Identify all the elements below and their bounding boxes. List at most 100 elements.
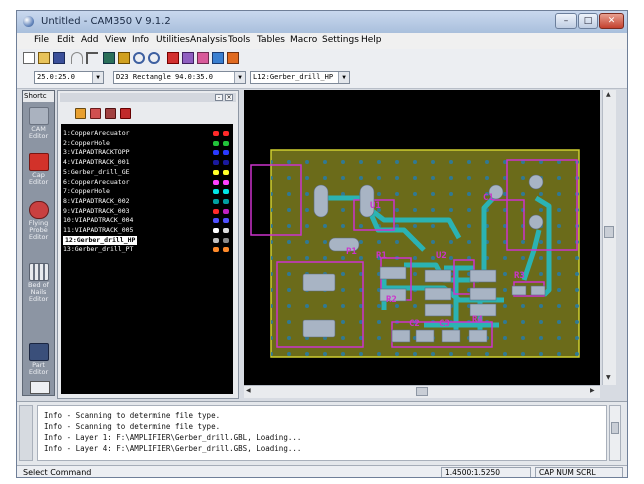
- chevron-down-icon[interactable]: ▼: [92, 72, 103, 83]
- close-button[interactable]: ✕: [599, 13, 624, 29]
- layer-visibility-swatch[interactable]: [223, 140, 229, 146]
- layer-add-icon[interactable]: [75, 108, 86, 119]
- save-icon[interactable]: [53, 52, 65, 64]
- layer-visibility-swatch[interactable]: [223, 179, 229, 185]
- layer-visibility-swatch[interactable]: [223, 160, 229, 166]
- layer-color-swatch[interactable]: [213, 131, 219, 136]
- layer-visibility-swatch[interactable]: [223, 150, 229, 156]
- output-scrollbar[interactable]: [609, 405, 621, 461]
- menu-file[interactable]: File: [34, 35, 49, 45]
- chevron-down-icon[interactable]: ▼: [338, 72, 349, 83]
- undo-icon[interactable]: [71, 52, 83, 64]
- scroll-down-icon[interactable]: ▼: [606, 374, 611, 381]
- layer-copy-icon[interactable]: [90, 108, 101, 119]
- layer-row[interactable]: 13:Gerber_drill_PT: [61, 245, 233, 254]
- maximize-button[interactable]: □: [578, 13, 598, 29]
- menu-help[interactable]: Help: [361, 35, 382, 45]
- layer-row[interactable]: 1:CopperArecuator: [61, 129, 233, 138]
- scroll-left-icon[interactable]: ◀: [246, 387, 251, 394]
- menu-utilities[interactable]: Utilities: [156, 35, 190, 45]
- part-editor-tool[interactable]: Part Editor: [26, 343, 51, 376]
- layer-visibility-swatch[interactable]: [223, 228, 229, 233]
- output-scroll-thumb[interactable]: [611, 422, 619, 434]
- scroll-up-icon[interactable]: ▲: [606, 91, 611, 98]
- layer-visibility-swatch[interactable]: [223, 237, 229, 243]
- layer-color-swatch[interactable]: [213, 208, 219, 214]
- layer-combo[interactable]: L12:Gerber_drill_HP ▼: [250, 71, 350, 84]
- output-log[interactable]: Info - Scanning to determine file type. …: [37, 405, 607, 461]
- export-icon[interactable]: [227, 52, 239, 64]
- menu-edit[interactable]: Edit: [57, 35, 74, 45]
- open-folder-icon[interactable]: [38, 52, 50, 64]
- layer-row[interactable]: 2:CopperHole: [61, 139, 233, 148]
- layer-visibility-swatch[interactable]: [223, 189, 229, 195]
- designator-u1: U1: [370, 201, 381, 211]
- redo-icon[interactable]: [86, 52, 98, 64]
- layer-visibility-swatch[interactable]: [223, 218, 229, 224]
- layer-row[interactable]: 9:VIAPADTRACK_003: [61, 207, 233, 216]
- layer-row[interactable]: 8:VIAPADTRACK_002: [61, 197, 233, 206]
- layer-row[interactable]: 3:VIAPADTRACKTOPP: [61, 148, 233, 157]
- layer-row[interactable]: 6:CopperArecuator: [61, 178, 233, 187]
- panel-close-icon[interactable]: ×: [225, 94, 233, 101]
- layer-color-swatch[interactable]: [213, 189, 219, 195]
- more-tools-icon[interactable]: [30, 381, 50, 394]
- layer-visibility-swatch[interactable]: [223, 247, 229, 253]
- layer-color-swatch[interactable]: [213, 198, 219, 204]
- bed-of-nails-editor-tool[interactable]: Bed of Nails Editor: [26, 263, 51, 303]
- layer-color-swatch[interactable]: [213, 160, 219, 166]
- layer-row[interactable]: 5:Gerber_drill_GE: [61, 168, 233, 177]
- layer-color-swatch[interactable]: [213, 169, 219, 175]
- zoom-out-icon[interactable]: [148, 52, 160, 64]
- panel-icon[interactable]: [212, 52, 224, 64]
- cap-editor-tool[interactable]: Cap Editor: [26, 153, 51, 186]
- layer-visibility-swatch[interactable]: [223, 208, 229, 214]
- menu-settings[interactable]: Settings: [322, 35, 359, 45]
- layer-color-swatch[interactable]: [213, 237, 219, 243]
- layer-setup-icon[interactable]: [105, 108, 116, 119]
- dcode-combo[interactable]: D23 Rectangle 94.0:35.0 ▼: [113, 71, 246, 84]
- canvas-vertical-scrollbar[interactable]: ▲ ▼: [602, 90, 616, 385]
- layer-row[interactable]: 7:CopperHole: [61, 187, 233, 196]
- horizontal-scroll-thumb[interactable]: [416, 387, 428, 396]
- layer-row[interactable]: 11:VIAPADTRACK_005: [61, 226, 233, 235]
- layer-row[interactable]: 10:VIAPADTRACK_004: [61, 216, 233, 225]
- zoom-in-icon[interactable]: [133, 52, 145, 64]
- layer-color-swatch[interactable]: [213, 247, 219, 253]
- layer-visibility-swatch[interactable]: [223, 131, 229, 136]
- layer-color-swatch[interactable]: [213, 140, 219, 146]
- panel-pin-icon[interactable]: -: [215, 94, 223, 101]
- minimize-button[interactable]: –: [555, 13, 577, 29]
- netlist-icon[interactable]: [197, 52, 209, 64]
- new-file-icon[interactable]: [23, 52, 35, 64]
- menu-add[interactable]: Add: [81, 35, 98, 45]
- grid-icon[interactable]: [182, 52, 194, 64]
- layer-row[interactable]: 12:Gerber_drill_HP: [61, 235, 233, 245]
- menu-tools[interactable]: Tools: [228, 35, 250, 45]
- grid-combo[interactable]: 25.0:25.0 ▼: [34, 71, 104, 84]
- vertical-scroll-thumb[interactable]: [604, 226, 614, 238]
- layer-visibility-swatch[interactable]: [223, 198, 229, 204]
- layer-delete-icon[interactable]: [120, 108, 131, 119]
- menu-analysis[interactable]: Analysis: [190, 35, 227, 45]
- canvas-horizontal-scrollbar[interactable]: ◀ ▶: [244, 385, 600, 398]
- layer-color-swatch[interactable]: [213, 218, 219, 224]
- drc-icon[interactable]: [167, 52, 179, 64]
- flying-probe-editor-tool[interactable]: Flying Probe Editor: [26, 201, 51, 241]
- layer-color-swatch[interactable]: [213, 228, 219, 233]
- layer-color-swatch[interactable]: [213, 179, 219, 185]
- pcb-canvas[interactable]: U1 R1 P1 C1 R2 U2 R3 C2 C3 R4: [244, 90, 600, 385]
- layer-icon[interactable]: [103, 52, 115, 64]
- menu-view[interactable]: View: [105, 35, 126, 45]
- cam-editor-tool[interactable]: CAM Editor: [26, 107, 51, 140]
- menu-info[interactable]: Info: [132, 35, 149, 45]
- chevron-down-icon[interactable]: ▼: [234, 72, 245, 83]
- menu-tables[interactable]: Tables: [257, 35, 285, 45]
- scroll-right-icon[interactable]: ▶: [590, 387, 595, 394]
- menu-macro[interactable]: Macro: [290, 35, 317, 45]
- title-bar[interactable]: Untitled - CAM350 V 9.1.2 – □ ✕: [17, 11, 627, 33]
- redraw-icon[interactable]: [118, 52, 130, 64]
- layer-row[interactable]: 4:VIAPADTRACK_001: [61, 158, 233, 167]
- layer-color-swatch[interactable]: [213, 150, 219, 156]
- layer-visibility-swatch[interactable]: [223, 169, 229, 175]
